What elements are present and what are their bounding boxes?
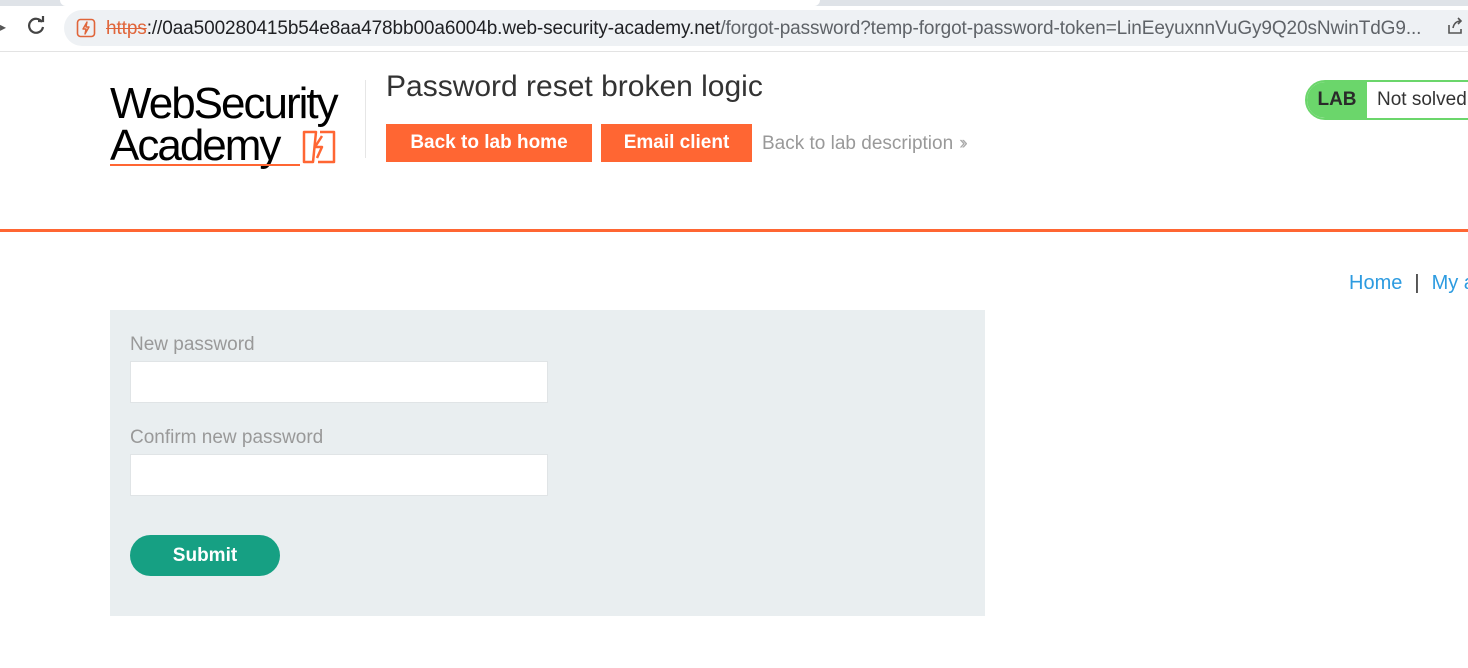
web-security-academy-logo[interactable]: WebSecurity Academy (110, 78, 362, 170)
tab-strip (0, 0, 1468, 6)
confirm-password-label: Confirm new password (130, 427, 324, 448)
share-icon[interactable] (1446, 17, 1464, 35)
back-to-lab-description-label: Back to lab description (762, 133, 954, 154)
submit-button[interactable]: Submit (130, 535, 280, 576)
browser-toolbar: ▸ https://0aa500280415b54e8aa478bb00a600… (0, 0, 1468, 52)
double-chevron-right-icon: ›› (959, 133, 967, 154)
reload-icon[interactable] (24, 14, 48, 38)
lab-status-text: Not solved (1377, 89, 1467, 110)
url-scheme: https (106, 18, 147, 39)
active-tab[interactable] (60, 0, 820, 6)
nav-home-link[interactable]: Home (1349, 272, 1402, 294)
lab-title: Password reset broken logic (386, 70, 763, 103)
password-reset-form: New password Confirm new password Submit (110, 310, 985, 616)
lab-status-badge: LAB Not solved (1305, 80, 1468, 120)
email-client-button[interactable]: Email client (601, 124, 752, 162)
logo-line-1: WebSecurity (110, 79, 339, 128)
forward-arrow-icon[interactable]: ▸ (0, 20, 6, 34)
header-divider (365, 80, 366, 158)
header-rule (0, 229, 1468, 232)
nav-my-account-link[interactable]: My a (1432, 272, 1468, 294)
url-host: ://0aa500280415b54e8aa478bb00a6004b.web-… (146, 18, 721, 39)
top-navigation: Home | My a (1349, 272, 1468, 295)
nav-separator: | (1414, 272, 1420, 294)
address-bar[interactable]: https://0aa500280415b54e8aa478bb00a6004b… (64, 10, 1468, 46)
new-password-input[interactable] (130, 361, 548, 403)
logo-line-2: Academy (110, 121, 281, 170)
confirm-password-input[interactable] (130, 454, 548, 496)
site-icon[interactable] (76, 18, 96, 38)
url-text[interactable]: https://0aa500280415b54e8aa478bb00a6004b… (106, 18, 1421, 40)
logo-bolt-icon (302, 130, 336, 164)
logo-underline (110, 164, 300, 166)
lab-badge-label: LAB (1307, 82, 1367, 118)
back-to-lab-home-button[interactable]: Back to lab home (386, 124, 592, 162)
url-path: /forgot-password?temp-forgot-password-to… (720, 18, 1422, 39)
new-password-label: New password (130, 334, 255, 355)
back-to-lab-description-link[interactable]: Back to lab description ›› (762, 133, 968, 155)
